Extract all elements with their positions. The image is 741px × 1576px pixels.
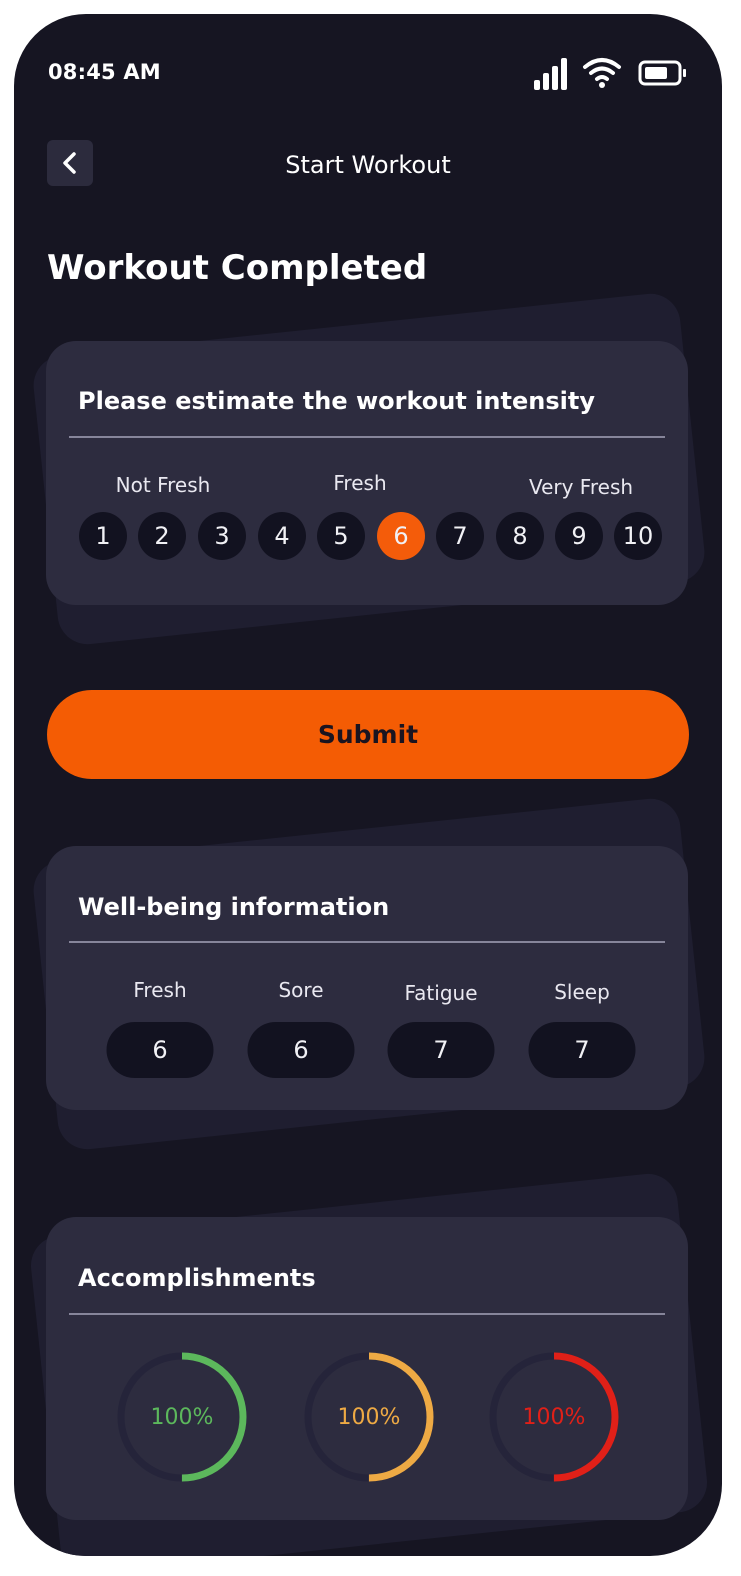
intensity-option-9[interactable]: 9 bbox=[555, 512, 603, 560]
wellbeing-value-sleep: 7 bbox=[528, 1022, 636, 1078]
accomplishments-card: Accomplishments 100% 100% 100% bbox=[46, 1217, 688, 1520]
ring-percent-label: 100% bbox=[522, 1404, 586, 1430]
intensity-option-8[interactable]: 8 bbox=[496, 512, 544, 560]
ring-percent-label: 100% bbox=[337, 1404, 401, 1430]
intensity-option-6[interactable]: 6 bbox=[377, 512, 425, 560]
intensity-option-7[interactable]: 7 bbox=[436, 512, 484, 560]
scale-label-very-fresh: Very Fresh bbox=[528, 475, 634, 499]
wellbeing-label-fresh: Fresh bbox=[133, 978, 187, 1002]
intensity-option-5[interactable]: 5 bbox=[317, 512, 365, 560]
intensity-option-3[interactable]: 3 bbox=[198, 512, 246, 560]
progress-ring: 100% bbox=[485, 1348, 623, 1486]
wellbeing-label-sleep: Sleep bbox=[554, 980, 610, 1004]
ring-percent-label: 100% bbox=[150, 1404, 214, 1430]
wellbeing-value-fresh: 6 bbox=[106, 1022, 214, 1078]
phone-screen: 08:45 AM Start Workout Workout Completed… bbox=[14, 14, 722, 1556]
wellbeing-value-fatigue: 7 bbox=[387, 1022, 495, 1078]
signal-icon bbox=[534, 58, 567, 90]
wellbeing-title: Well-being information bbox=[78, 893, 390, 921]
wifi-icon bbox=[583, 58, 621, 88]
progress-ring: 100% bbox=[300, 1348, 438, 1486]
progress-ring: 100% bbox=[113, 1348, 251, 1486]
wellbeing-value-sore: 6 bbox=[247, 1022, 355, 1078]
intensity-option-10[interactable]: 10 bbox=[614, 512, 662, 560]
scale-label-fresh: Fresh bbox=[333, 471, 387, 495]
intensity-option-4[interactable]: 4 bbox=[258, 512, 306, 560]
wellbeing-card: Well-being information Fresh 6 Sore 6 Fatigu… bbox=[46, 846, 688, 1110]
status-bar: 08:45 AM bbox=[14, 14, 722, 134]
scale-label-not-fresh: Not Fresh bbox=[115, 473, 211, 497]
intensity-card: Please estimate the workout intensity No… bbox=[46, 341, 688, 605]
divider bbox=[69, 941, 665, 943]
submit-button[interactable]: Submit bbox=[47, 690, 689, 779]
intensity-title: Please estimate the workout intensity bbox=[78, 387, 595, 415]
screen-title: Start Workout bbox=[285, 151, 451, 179]
status-time: 08:45 AM bbox=[48, 60, 161, 84]
accomplishments-title: Accomplishments bbox=[78, 1264, 316, 1292]
divider bbox=[69, 1313, 665, 1315]
wellbeing-label-fatigue: Fatigue bbox=[404, 981, 478, 1005]
battery-icon bbox=[638, 60, 686, 86]
wellbeing-label-sore: Sore bbox=[278, 978, 324, 1002]
intensity-option-2[interactable]: 2 bbox=[138, 512, 186, 560]
intensity-option-1[interactable]: 1 bbox=[79, 512, 127, 560]
page-heading: Workout Completed bbox=[47, 248, 428, 288]
divider bbox=[69, 436, 665, 438]
